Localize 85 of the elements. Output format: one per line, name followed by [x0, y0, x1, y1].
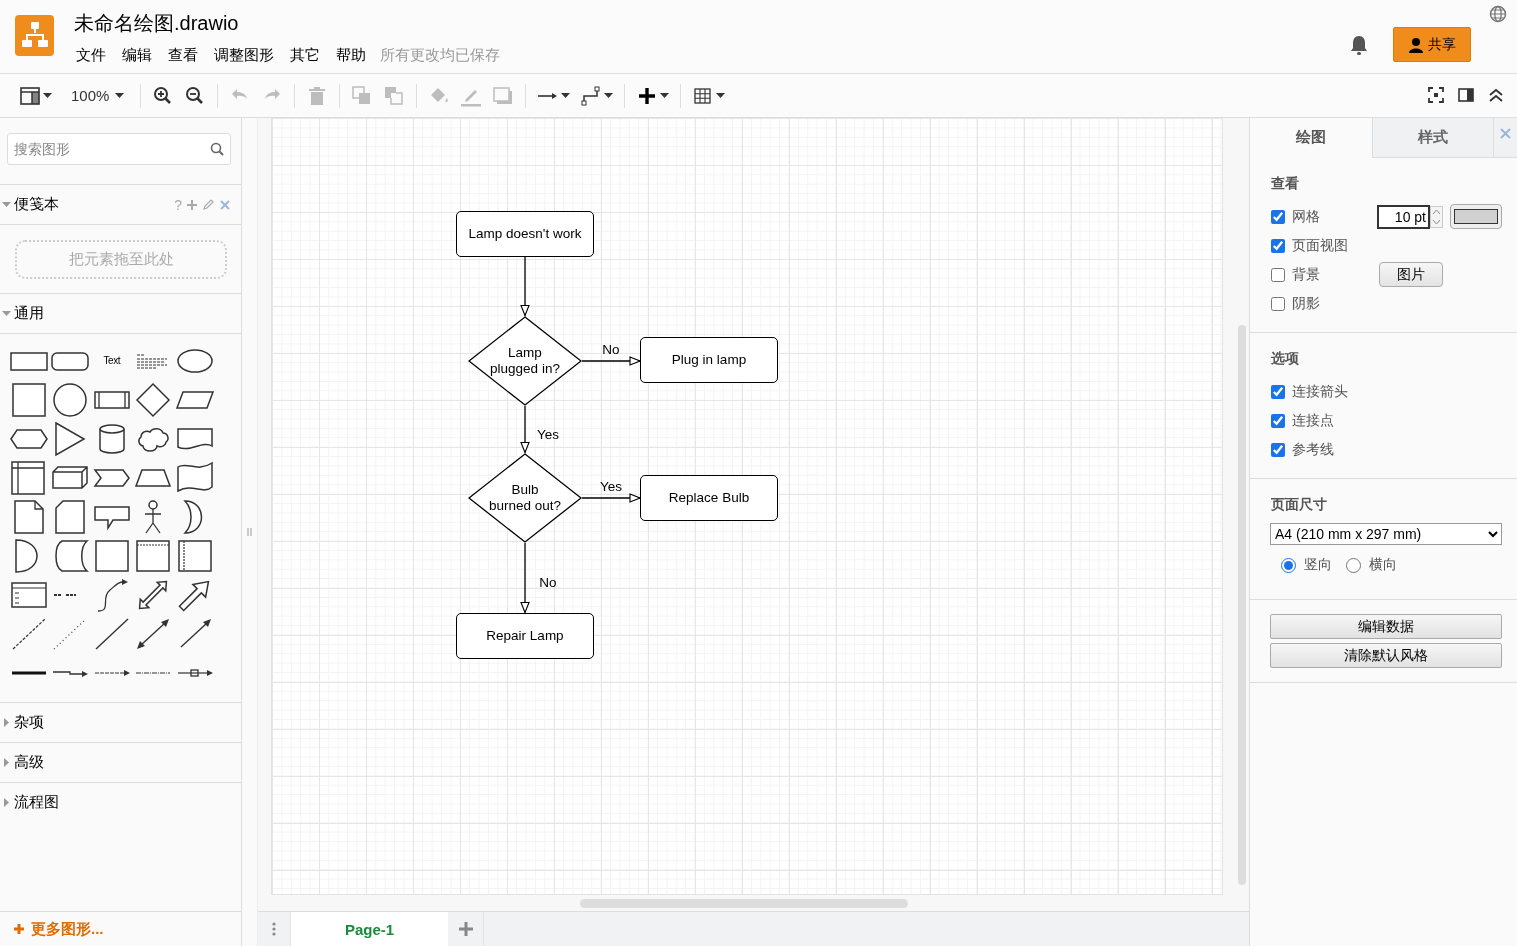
- process-box: Repair Lamp: [456, 613, 594, 659]
- drop-zone: 把元素拖至此处: [15, 240, 227, 279]
- caret-icon: [604, 93, 614, 98]
- person-icon: [1408, 36, 1424, 53]
- save-status: 所有更改均已保存: [380, 45, 500, 65]
- radio-button[interactable]: [1281, 557, 1296, 573]
- zoom-dropdown[interactable]: 100%: [59, 80, 133, 111]
- shadow-icon: [492, 84, 515, 107]
- radio-label: 竖向: [1304, 556, 1332, 574]
- edge-label: No: [602, 341, 620, 357]
- page-tab[interactable]: Page-1: [291, 912, 448, 946]
- close-icon: [1500, 128, 1511, 139]
- search-icon: [210, 142, 224, 156]
- search-field[interactable]: 搜索图形: [7, 133, 231, 165]
- send-to-back-icon: [383, 84, 406, 107]
- scrollbar[interactable]: [580, 899, 908, 908]
- caret-icon: [115, 93, 125, 98]
- node-label: Bulb burned out?: [488, 482, 562, 514]
- document-title[interactable]: 未命名绘图.drawio: [74, 9, 500, 37]
- more-vertical-icon[interactable]: [272, 922, 276, 936]
- app-logo: [15, 15, 54, 56]
- checkbox-label: 网格: [1292, 207, 1321, 226]
- scrollbar[interactable]: [1238, 325, 1246, 885]
- process-box: Lamp doesn't work: [456, 211, 594, 257]
- edge-label: Yes: [600, 478, 622, 494]
- radio-button[interactable]: [1346, 557, 1361, 573]
- panel-tab[interactable]: 样式: [1371, 118, 1493, 158]
- checkbox[interactable]: [1271, 442, 1285, 457]
- plus-icon: [457, 921, 474, 937]
- spinner-icon[interactable]: [1430, 205, 1443, 228]
- connector-arrow: [520, 256, 530, 317]
- menu-item[interactable]: 文件: [68, 45, 114, 65]
- globe-icon[interactable]: [1489, 5, 1507, 23]
- grid-size-field[interactable]: 10 pt: [1377, 204, 1430, 229]
- share-button[interactable]: 共享: [1393, 27, 1471, 62]
- section-title[interactable]: 高级: [14, 753, 44, 772]
- checkbox[interactable]: [1271, 267, 1285, 282]
- menu-item[interactable]: 调整图形: [206, 45, 282, 65]
- checkbox[interactable]: [1271, 238, 1285, 253]
- caret-icon: [660, 93, 670, 98]
- edge-label: Yes: [537, 426, 559, 441]
- grid-color-button[interactable]: [1450, 204, 1502, 229]
- section-title[interactable]: 杂项: [14, 713, 44, 732]
- checkbox-label: 页面视图: [1292, 236, 1349, 255]
- text-shape[interactable]: Text: [103, 355, 120, 366]
- connector-arrow: [520, 542, 530, 614]
- connector-arrow: [581, 493, 641, 503]
- menu-item[interactable]: 帮助: [328, 45, 374, 65]
- process-box: Plug in lamp: [640, 337, 778, 383]
- caret-icon: [43, 93, 52, 98]
- connector-arrow: [520, 405, 530, 454]
- layout-icon: [19, 84, 41, 107]
- section-title: 选项: [1271, 350, 1300, 368]
- section-title: 查看: [1271, 175, 1300, 193]
- checkbox-label: 背景: [1292, 265, 1321, 284]
- checkbox-label: 参考线: [1292, 440, 1335, 459]
- plus-icon[interactable]: [13, 923, 25, 935]
- notification-bell-icon[interactable]: [1349, 33, 1369, 56]
- section-title[interactable]: 流程图: [14, 793, 59, 812]
- waypoint-icon: [580, 84, 603, 107]
- section-title[interactable]: 通用: [14, 304, 44, 323]
- node-label: Lamp plugged in?: [490, 345, 560, 377]
- menu-item[interactable]: 查看: [160, 45, 206, 65]
- panel-button[interactable]: 清除默认风格: [1270, 643, 1502, 668]
- section-title[interactable]: 便笺本: [14, 195, 59, 214]
- checkbox[interactable]: [1271, 384, 1285, 399]
- checkbox-label: 连接箭头: [1292, 382, 1349, 401]
- image-button[interactable]: 图片: [1379, 262, 1443, 287]
- process-box: Replace Bulb: [640, 475, 778, 521]
- page-size-select[interactable]: A4 (210 mm x 297 mm): [1270, 523, 1502, 545]
- caret-icon: [561, 93, 571, 98]
- checkbox[interactable]: [1271, 296, 1285, 311]
- checkbox-label: 连接点: [1292, 411, 1335, 430]
- connector-arrow: [581, 356, 641, 366]
- splitter-handle-icon[interactable]: [247, 528, 252, 536]
- checkbox[interactable]: [1271, 413, 1285, 428]
- menu-item[interactable]: 编辑: [114, 45, 160, 65]
- edge-label: No: [539, 574, 557, 590]
- section-title: 页面尺寸: [1271, 496, 1328, 514]
- radio-label: 横向: [1369, 556, 1397, 574]
- caret-icon: [716, 93, 726, 98]
- menu-item[interactable]: 其它: [282, 45, 328, 65]
- panel-button[interactable]: 编辑数据: [1270, 614, 1502, 639]
- checkbox[interactable]: [1271, 209, 1285, 224]
- checkbox-label: 阴影: [1292, 294, 1321, 313]
